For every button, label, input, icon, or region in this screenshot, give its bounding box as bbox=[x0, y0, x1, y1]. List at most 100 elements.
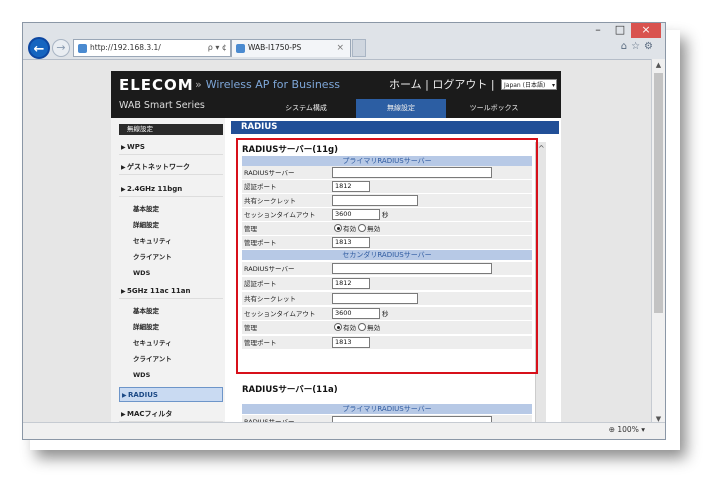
secondary-accounting-row: 管理 有効 無効 bbox=[242, 321, 532, 335]
disabled-label: 無効 bbox=[367, 324, 381, 332]
enabled-radio[interactable] bbox=[334, 224, 342, 232]
menu-toolbox[interactable]: ツールボックス bbox=[449, 99, 539, 118]
sidebar-item-label: WPS bbox=[127, 143, 145, 151]
web-page: ELECOM » Wireless AP for Business ホーム | ロ… bbox=[111, 71, 561, 426]
sidebar-subitem-5[interactable]: セキュリティ bbox=[119, 234, 223, 249]
sidebar-item-label: ゲストネットワーク bbox=[127, 163, 190, 171]
sidebar-item-15[interactable]: ▶ MACフィルタ bbox=[119, 407, 223, 422]
main-content: RADIUS RADIUSサーバー(11g) ^ プライマリRADIUSサーバー… bbox=[231, 118, 559, 426]
language-value: Japan (日本語) bbox=[504, 82, 546, 89]
top-links[interactable]: ホーム | ログアウト | bbox=[389, 76, 495, 92]
primary-secret-input[interactable] bbox=[332, 195, 418, 206]
primary-timeout-input[interactable]: 3600 bbox=[332, 209, 380, 220]
primary-acct-port-row: 管理ポート 1813 bbox=[242, 236, 532, 250]
primary-server-row: RADIUSサーバー bbox=[242, 166, 532, 180]
sidebar-subitem-10[interactable]: 詳細設定 bbox=[119, 320, 223, 335]
sidebar-item-2[interactable]: ▶ 2.4GHz 11bgn bbox=[119, 182, 223, 197]
enabled-radio[interactable] bbox=[334, 323, 342, 331]
page-viewport: ELECOM » Wireless AP for Business ホーム | ロ… bbox=[23, 59, 653, 426]
address-bar[interactable]: http://192.168.3.1/ ρ ▾ ¢ bbox=[73, 39, 231, 57]
sidebar-subitem-4[interactable]: 詳細設定 bbox=[119, 218, 223, 233]
secondary-auth-port-input[interactable]: 1812 bbox=[332, 278, 370, 289]
primary-accounting-radios: 有効 無効 bbox=[334, 222, 380, 236]
field-label: RADIUSサーバー bbox=[244, 265, 295, 273]
sidebar-subitem-9[interactable]: 基本設定 bbox=[119, 304, 223, 319]
brand-arrow-icon: » bbox=[195, 78, 202, 91]
sidebar-title: 無線設定 bbox=[119, 124, 223, 135]
zoom-control[interactable]: ⊕ 100% ▾ bbox=[609, 425, 645, 434]
sidebar-item-0[interactable]: ▶ WPS bbox=[119, 140, 223, 155]
menu-wireless[interactable]: 無線設定 bbox=[356, 99, 446, 118]
sidebar-item-8[interactable]: ▶ 5GHz 11ac 11an bbox=[119, 284, 223, 299]
minimize-button[interactable]: – bbox=[587, 23, 609, 38]
secondary-acct-port-row: 管理ポート 1813 bbox=[242, 336, 532, 350]
sidebar-subitem-12[interactable]: クライアント bbox=[119, 352, 223, 367]
sidebar-subitem-11[interactable]: セキュリティ bbox=[119, 336, 223, 351]
language-select[interactable]: Japan (日本語) ▾ bbox=[501, 79, 557, 90]
scroll-up-arrow-icon[interactable]: ▲ bbox=[652, 61, 665, 69]
brand-text: Wireless AP for Business bbox=[205, 78, 341, 91]
menu-system[interactable]: システム構成 bbox=[261, 99, 351, 118]
sidebar-item-1[interactable]: ▶ ゲストネットワーク bbox=[119, 160, 223, 175]
secondary-acct-port-input[interactable]: 1813 bbox=[332, 337, 370, 348]
field-label: 管理 bbox=[244, 225, 257, 233]
browser-window: – □ × ← → http://192.168.3.1/ ρ ▾ ¢ WAB-… bbox=[22, 22, 666, 440]
disabled-label: 無効 bbox=[367, 225, 381, 233]
disabled-radio[interactable] bbox=[358, 323, 367, 331]
back-arrow-icon[interactable]: ← bbox=[28, 37, 50, 59]
scroll-thumb[interactable] bbox=[654, 73, 663, 313]
field-label: 管理ポート bbox=[244, 239, 277, 247]
secondary-secret-row: 共有シークレット bbox=[242, 292, 532, 306]
field-label: RADIUSサーバー bbox=[244, 169, 295, 177]
new-tab-button[interactable] bbox=[352, 39, 366, 57]
sidebar-subitem-7[interactable]: WDS bbox=[119, 266, 223, 281]
secondary-timeout-input[interactable]: 3600 bbox=[332, 308, 380, 319]
sidebar-subitem-6[interactable]: クライアント bbox=[119, 250, 223, 265]
sidebar-subitem-13[interactable]: WDS bbox=[119, 368, 223, 383]
maximize-button[interactable]: □ bbox=[609, 23, 631, 38]
scroll-up-icon[interactable]: ^ bbox=[538, 144, 548, 153]
chevron-right-icon: ▶ bbox=[122, 392, 127, 399]
page-scrollbar[interactable]: ▲ ▼ bbox=[651, 59, 665, 425]
primary-timeout-row: セッションタイムアウト 3600 秒 bbox=[242, 208, 532, 222]
field-label: 管理 bbox=[244, 324, 257, 332]
inner-scrollbar[interactable] bbox=[535, 142, 546, 426]
enabled-label: 有効 bbox=[343, 225, 356, 233]
close-window-button[interactable]: × bbox=[631, 23, 661, 38]
primary-auth-port-input[interactable]: 1812 bbox=[332, 181, 370, 192]
chevron-right-icon: ▶ bbox=[121, 186, 126, 193]
brand-title: » Wireless AP for Business bbox=[195, 78, 340, 91]
zoom-level: 100% bbox=[617, 425, 639, 434]
primary-server-input[interactable] bbox=[332, 167, 492, 178]
secondary-timeout-row: セッションタイムアウト 3600 秒 bbox=[242, 307, 532, 321]
sidebar-item-label: RADIUS bbox=[128, 391, 158, 399]
forward-arrow-icon[interactable]: → bbox=[52, 39, 70, 57]
toolbar-icons[interactable]: ⌂☆⚙ bbox=[621, 41, 657, 52]
enabled-label: 有効 bbox=[343, 324, 356, 332]
sidebar-subitem-3[interactable]: 基本設定 bbox=[119, 202, 223, 217]
field-label: 認証ポート bbox=[244, 183, 277, 191]
timeout-unit: 秒 bbox=[382, 310, 389, 318]
browser-tab[interactable]: WAB-I1750-PS × bbox=[231, 39, 351, 57]
secondary-secret-input[interactable] bbox=[332, 293, 418, 304]
tab-favicon-icon bbox=[236, 43, 245, 53]
chevron-down-icon: ▾ bbox=[551, 82, 555, 89]
primary-auth-port-row: 認証ポート 1812 bbox=[242, 180, 532, 194]
disabled-radio[interactable] bbox=[358, 224, 367, 232]
tab-title: WAB-I1750-PS bbox=[248, 43, 302, 52]
status-bar: ⊕ 100% ▾ bbox=[23, 422, 665, 439]
tab-close-icon[interactable]: × bbox=[336, 40, 344, 56]
elecom-logo: ELECOM bbox=[119, 76, 194, 94]
secondary-server-input[interactable] bbox=[332, 263, 492, 274]
field-label: セッションタイムアウト bbox=[244, 310, 316, 318]
primary-acct-port-input[interactable]: 1813 bbox=[332, 237, 370, 248]
sidebar: 無線設定 ▶ WPS ▶ ゲストネットワーク ▶ 2.4GHz 11bgn 基本設定 詳細設定… bbox=[111, 118, 225, 426]
address-url: http://192.168.3.1/ bbox=[90, 43, 161, 52]
sidebar-item-14[interactable]: ▶ RADIUS bbox=[119, 387, 223, 402]
address-tools[interactable]: ρ ▾ ¢ bbox=[208, 40, 227, 56]
chevron-right-icon: ▶ bbox=[121, 411, 126, 418]
series-name: WAB Smart Series bbox=[119, 100, 205, 111]
timeout-unit: 秒 bbox=[382, 211, 389, 219]
section-title-11a: RADIUSサーバー(11a) bbox=[242, 385, 338, 395]
site-header: ELECOM » Wireless AP for Business ホーム | ロ… bbox=[111, 71, 561, 118]
